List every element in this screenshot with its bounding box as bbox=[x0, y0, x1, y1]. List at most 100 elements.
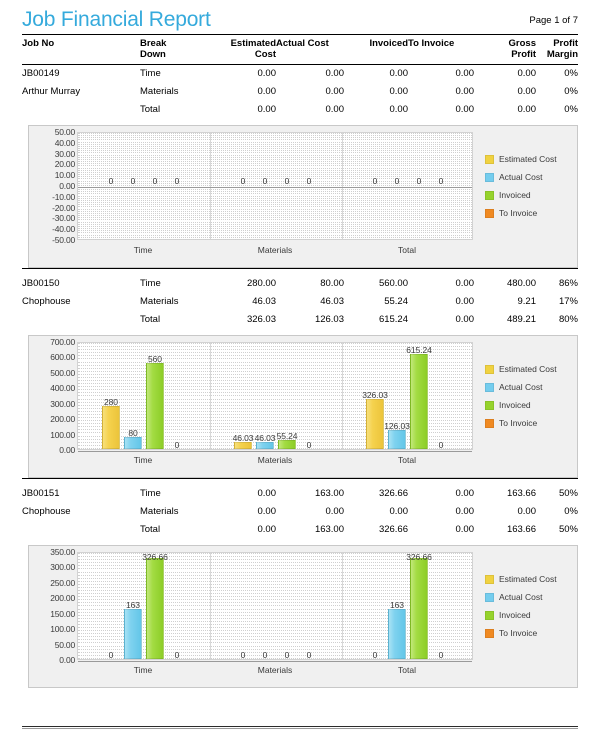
page-indicator: Page 1 of 7 bbox=[529, 15, 578, 26]
chart-cell: 700.00 600.00 500.00 400.00 300.00 200.00 100.… bbox=[22, 329, 578, 479]
cell-break-down: Total bbox=[140, 314, 161, 325]
cell-estimated-cost: 0.00 bbox=[257, 86, 277, 97]
cell-to-invoice: 0.00 bbox=[455, 86, 475, 97]
bar bbox=[102, 405, 120, 449]
y-axis-tick-label: 150.00 bbox=[50, 608, 75, 619]
bar-value-label: 0 bbox=[262, 176, 268, 186]
cell-invoiced: 0.00 bbox=[389, 86, 409, 97]
cell-estimated-cost: 0.00 bbox=[257, 488, 277, 499]
column-header-estimated-cost-line1: Estimated bbox=[230, 38, 276, 49]
cell-gross-profit: 163.66 bbox=[506, 524, 536, 535]
cell-invoiced: 0.00 bbox=[389, 68, 409, 79]
bar-value-label: 560 bbox=[148, 353, 162, 364]
column-header-break-down: Break Down bbox=[140, 34, 214, 65]
legend-item: Estimated Cost bbox=[485, 360, 581, 378]
legend-label: To Invoice bbox=[499, 208, 538, 218]
x-axis: Time Materials Total bbox=[77, 242, 473, 260]
cell-invoiced: 326.66 bbox=[378, 524, 408, 535]
cell-profit-margin: 0% bbox=[564, 506, 578, 517]
bar-value-label: 0 bbox=[174, 650, 180, 660]
bar-value-label: 0 bbox=[174, 176, 180, 186]
column-header-actual-cost-line1: Actual Cost bbox=[276, 38, 329, 49]
cell-invoiced: 326.66 bbox=[378, 488, 408, 499]
cell-blank bbox=[22, 101, 140, 119]
bar-value-label: 0 bbox=[306, 176, 312, 186]
x-axis-tick-label: Total bbox=[398, 665, 416, 675]
cell-profit-margin: 80% bbox=[558, 314, 578, 325]
y-axis-tick-label: 200.00 bbox=[50, 593, 75, 604]
cell-gross-profit: 0.00 bbox=[517, 506, 537, 517]
cell-customer-name: Arthur Murray bbox=[22, 86, 81, 97]
column-header-invoiced: Invoiced bbox=[344, 34, 408, 65]
table-row: Chophouse Materials 46.03 46.03 55.24 0.00 9.2… bbox=[22, 293, 578, 311]
y-axis-tick-label: 0.00 bbox=[59, 655, 75, 665]
cell-invoiced: 560.00 bbox=[378, 278, 408, 289]
bar-value-label: 615.24 bbox=[406, 345, 432, 356]
chart-legend: Estimated Cost Actual Cost Invoiced To Invo… bbox=[485, 360, 581, 432]
cell-actual-cost: 46.03 bbox=[320, 296, 344, 307]
bar-value-label: 0 bbox=[240, 650, 246, 660]
legend-item: Invoiced bbox=[485, 396, 581, 414]
cell-gross-profit: 9.21 bbox=[517, 296, 537, 307]
table-row: JB00149 Time 0.00 0.00 0.00 0.00 0.00 0% bbox=[22, 65, 578, 84]
y-axis-tick-label: 100.00 bbox=[50, 624, 75, 635]
legend-swatch-est-icon bbox=[485, 154, 494, 164]
legend-label: Estimated Cost bbox=[499, 574, 557, 584]
legend-item: Actual Cost bbox=[485, 378, 581, 396]
cell-break-down: Materials bbox=[140, 86, 179, 97]
x-axis-tick-label: Total bbox=[398, 245, 416, 255]
bar-value-label: 0 bbox=[438, 650, 444, 660]
bar bbox=[410, 354, 428, 449]
bar-value-label: 0 bbox=[416, 176, 422, 186]
x-axis: Time Materials Total bbox=[77, 452, 473, 470]
cell-invoiced: 615.24 bbox=[378, 314, 408, 325]
legend-item: To Invoice bbox=[485, 624, 581, 642]
column-header-job-no: Job No bbox=[22, 34, 140, 65]
plot-area: 0 0 0 0 0 0 0 0 0 0 0 0 bbox=[77, 132, 473, 240]
y-axis: 50.00 40.00 30.00 20.00 10.00 0.00 -10.00 -20.0… bbox=[31, 127, 75, 245]
page-bottom-rule bbox=[22, 726, 578, 729]
chart-area: 700.00 600.00 500.00 400.00 300.00 200.00 100.… bbox=[29, 336, 577, 477]
cell-estimated-cost: 46.03 bbox=[252, 296, 276, 307]
cell-break-down: Materials bbox=[140, 296, 179, 307]
cell-estimated-cost: 0.00 bbox=[257, 68, 277, 79]
x-axis-tick-label: Materials bbox=[257, 665, 293, 675]
cell-invoiced: 55.24 bbox=[384, 296, 408, 307]
bar-value-label: 0 bbox=[306, 440, 312, 450]
bar-value-label: 0 bbox=[438, 176, 444, 186]
cell-actual-cost: 0.00 bbox=[325, 68, 345, 79]
column-header-job-no-line1: Job No bbox=[22, 38, 55, 49]
y-axis-tick-label: 500.00 bbox=[50, 367, 75, 378]
bars-layer: 0 0 0 0 0 0 0 0 0 0 0 0 bbox=[78, 133, 472, 239]
cell-invoiced: 0.00 bbox=[389, 506, 409, 517]
cell-estimated-cost: 326.03 bbox=[246, 314, 276, 325]
cell-to-invoice: 0.00 bbox=[455, 506, 475, 517]
bar-value-label: 280 bbox=[104, 396, 118, 407]
cell-actual-cost: 80.00 bbox=[320, 278, 344, 289]
table-row: Total 326.03 126.03 615.24 0.00 489.21 80% bbox=[22, 311, 578, 329]
cell-profit-margin: 0% bbox=[564, 68, 578, 79]
cell-estimated-cost: 0.00 bbox=[257, 104, 277, 115]
column-header-break-down-line2: Down bbox=[140, 49, 166, 60]
chart-panel: 50.00 40.00 30.00 20.00 10.00 0.00 -10.00 -20.0… bbox=[28, 125, 578, 268]
legend-swatch-inv-icon bbox=[485, 610, 494, 620]
cell-profit-margin: 0% bbox=[564, 86, 578, 97]
legend-item: Estimated Cost bbox=[485, 570, 581, 588]
bar-value-label: 0 bbox=[174, 440, 180, 450]
bar-value-label: 0 bbox=[108, 176, 114, 186]
chart-cell: 350.00 300.00 250.00 200.00 150.00 100.00 50.0… bbox=[22, 539, 578, 688]
bar-value-label: 0 bbox=[240, 176, 246, 186]
report-header: Job Financial Report Page 1 of 7 bbox=[22, 0, 578, 34]
cell-actual-cost: 0.00 bbox=[325, 104, 345, 115]
cell-blank bbox=[22, 521, 140, 539]
table-row: JB00150 Time 280.00 80.00 560.00 0.00 480.00 86… bbox=[22, 275, 578, 293]
column-header-to-invoice-line1: To Invoice bbox=[408, 38, 455, 49]
cell-break-down: Total bbox=[140, 104, 161, 115]
cell-gross-profit: 0.00 bbox=[517, 104, 537, 115]
y-axis-tick-label: 100.00 bbox=[50, 429, 75, 440]
job-financial-table: Job No Break Down Estimated Cost Actual … bbox=[22, 34, 578, 688]
cell-profit-margin: 50% bbox=[558, 524, 578, 535]
cell-to-invoice: 0.00 bbox=[455, 104, 475, 115]
chart-row: 350.00 300.00 250.00 200.00 150.00 100.00 50.0… bbox=[22, 539, 578, 688]
y-axis-tick-label: 250.00 bbox=[50, 577, 75, 588]
